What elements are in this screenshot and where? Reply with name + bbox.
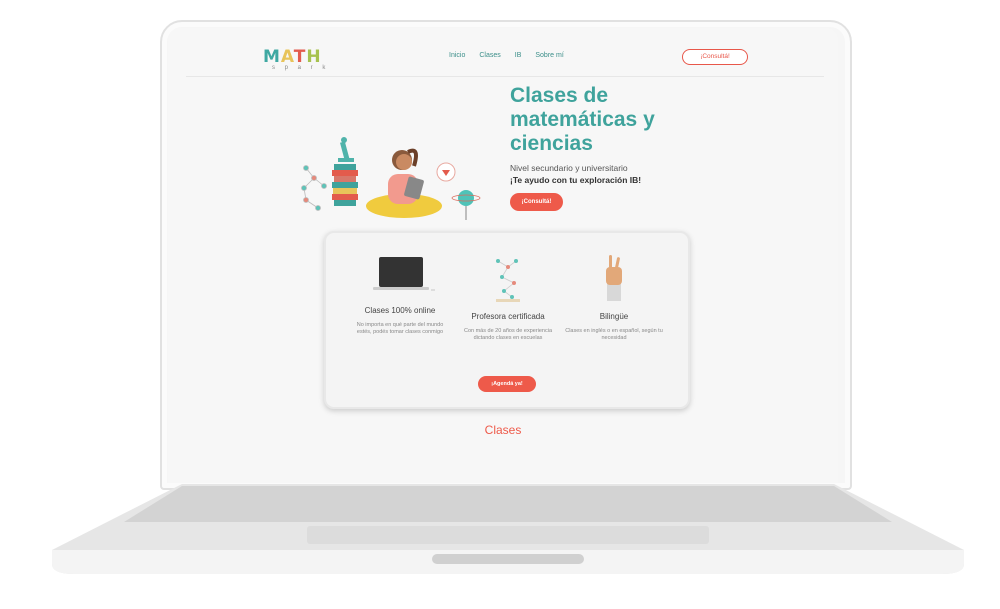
feature-online: Clases 100% online No importa en qué par… xyxy=(350,255,450,336)
hero-tagline: ¡Te ayudo con tu exploración IB! xyxy=(510,175,642,185)
molecule-icon xyxy=(301,165,327,211)
feature-title: Clases 100% online xyxy=(364,306,436,315)
book-stack-icon xyxy=(332,164,358,206)
keyboard xyxy=(124,486,892,522)
logo[interactable]: MATH xyxy=(263,47,322,67)
feature-desc: No importa en qué parte del mundo estés,… xyxy=(356,322,444,335)
laptop-base xyxy=(52,484,964,574)
logo-subtitle: s p a r k xyxy=(272,65,330,71)
nav-item-ib[interactable]: IB xyxy=(515,52,522,59)
feature-desc: Con más de 20 años de experiencia dictan… xyxy=(463,328,553,341)
schedule-button[interactable]: ¡Agendá ya! xyxy=(478,376,536,392)
nav-divider xyxy=(186,76,824,77)
hero-subtitle: Nivel secundario y universitario xyxy=(510,163,628,173)
logo-letter: A xyxy=(280,47,294,67)
feature-title: Bilingüe xyxy=(599,312,629,321)
globe-icon xyxy=(451,190,481,220)
features-card: Clases 100% online No importa en qué par… xyxy=(324,231,690,409)
nav-menu: Inicio Clases IB Sobre mí xyxy=(449,52,564,59)
nav-item-clases[interactable]: Clases xyxy=(479,52,500,59)
molecule-icon xyxy=(496,259,520,302)
laptop-icon xyxy=(373,257,435,291)
feature-title: Profesora certificada xyxy=(471,312,545,321)
hero-title: Clases de matemáticas y ciencias xyxy=(510,84,655,155)
hinge-notch xyxy=(432,554,584,564)
section-title-clases: Clases xyxy=(484,423,522,437)
nav-item-sobre-mi[interactable]: Sobre mí xyxy=(535,52,563,59)
hero-consult-button[interactable]: ¡Consultá! xyxy=(510,193,563,211)
feature-bilingual: Bilingüe Clases en inglés o en español, … xyxy=(564,253,664,342)
logo-letter: M xyxy=(263,47,281,67)
nav-item-inicio[interactable]: Inicio xyxy=(449,52,465,59)
trackpad xyxy=(307,526,709,544)
feature-desc: Clases en inglés o en español, según tu … xyxy=(565,328,663,341)
girl-illustration xyxy=(366,148,442,218)
hand-icon xyxy=(606,255,622,301)
top-navigation: MATH s p a r k Inicio Clases IB Sobre mí… xyxy=(168,28,838,78)
logo-letter: T xyxy=(293,47,307,67)
nav-consult-button[interactable]: ¡Consultá! xyxy=(682,49,748,65)
hero-illustration xyxy=(301,137,481,220)
feature-certified: Profesora certificada Con más de 20 años… xyxy=(458,253,558,342)
microscope-icon xyxy=(338,137,354,162)
logo-letter: H xyxy=(306,47,322,67)
browser-viewport: MATH s p a r k Inicio Clases IB Sobre mí… xyxy=(168,28,838,483)
